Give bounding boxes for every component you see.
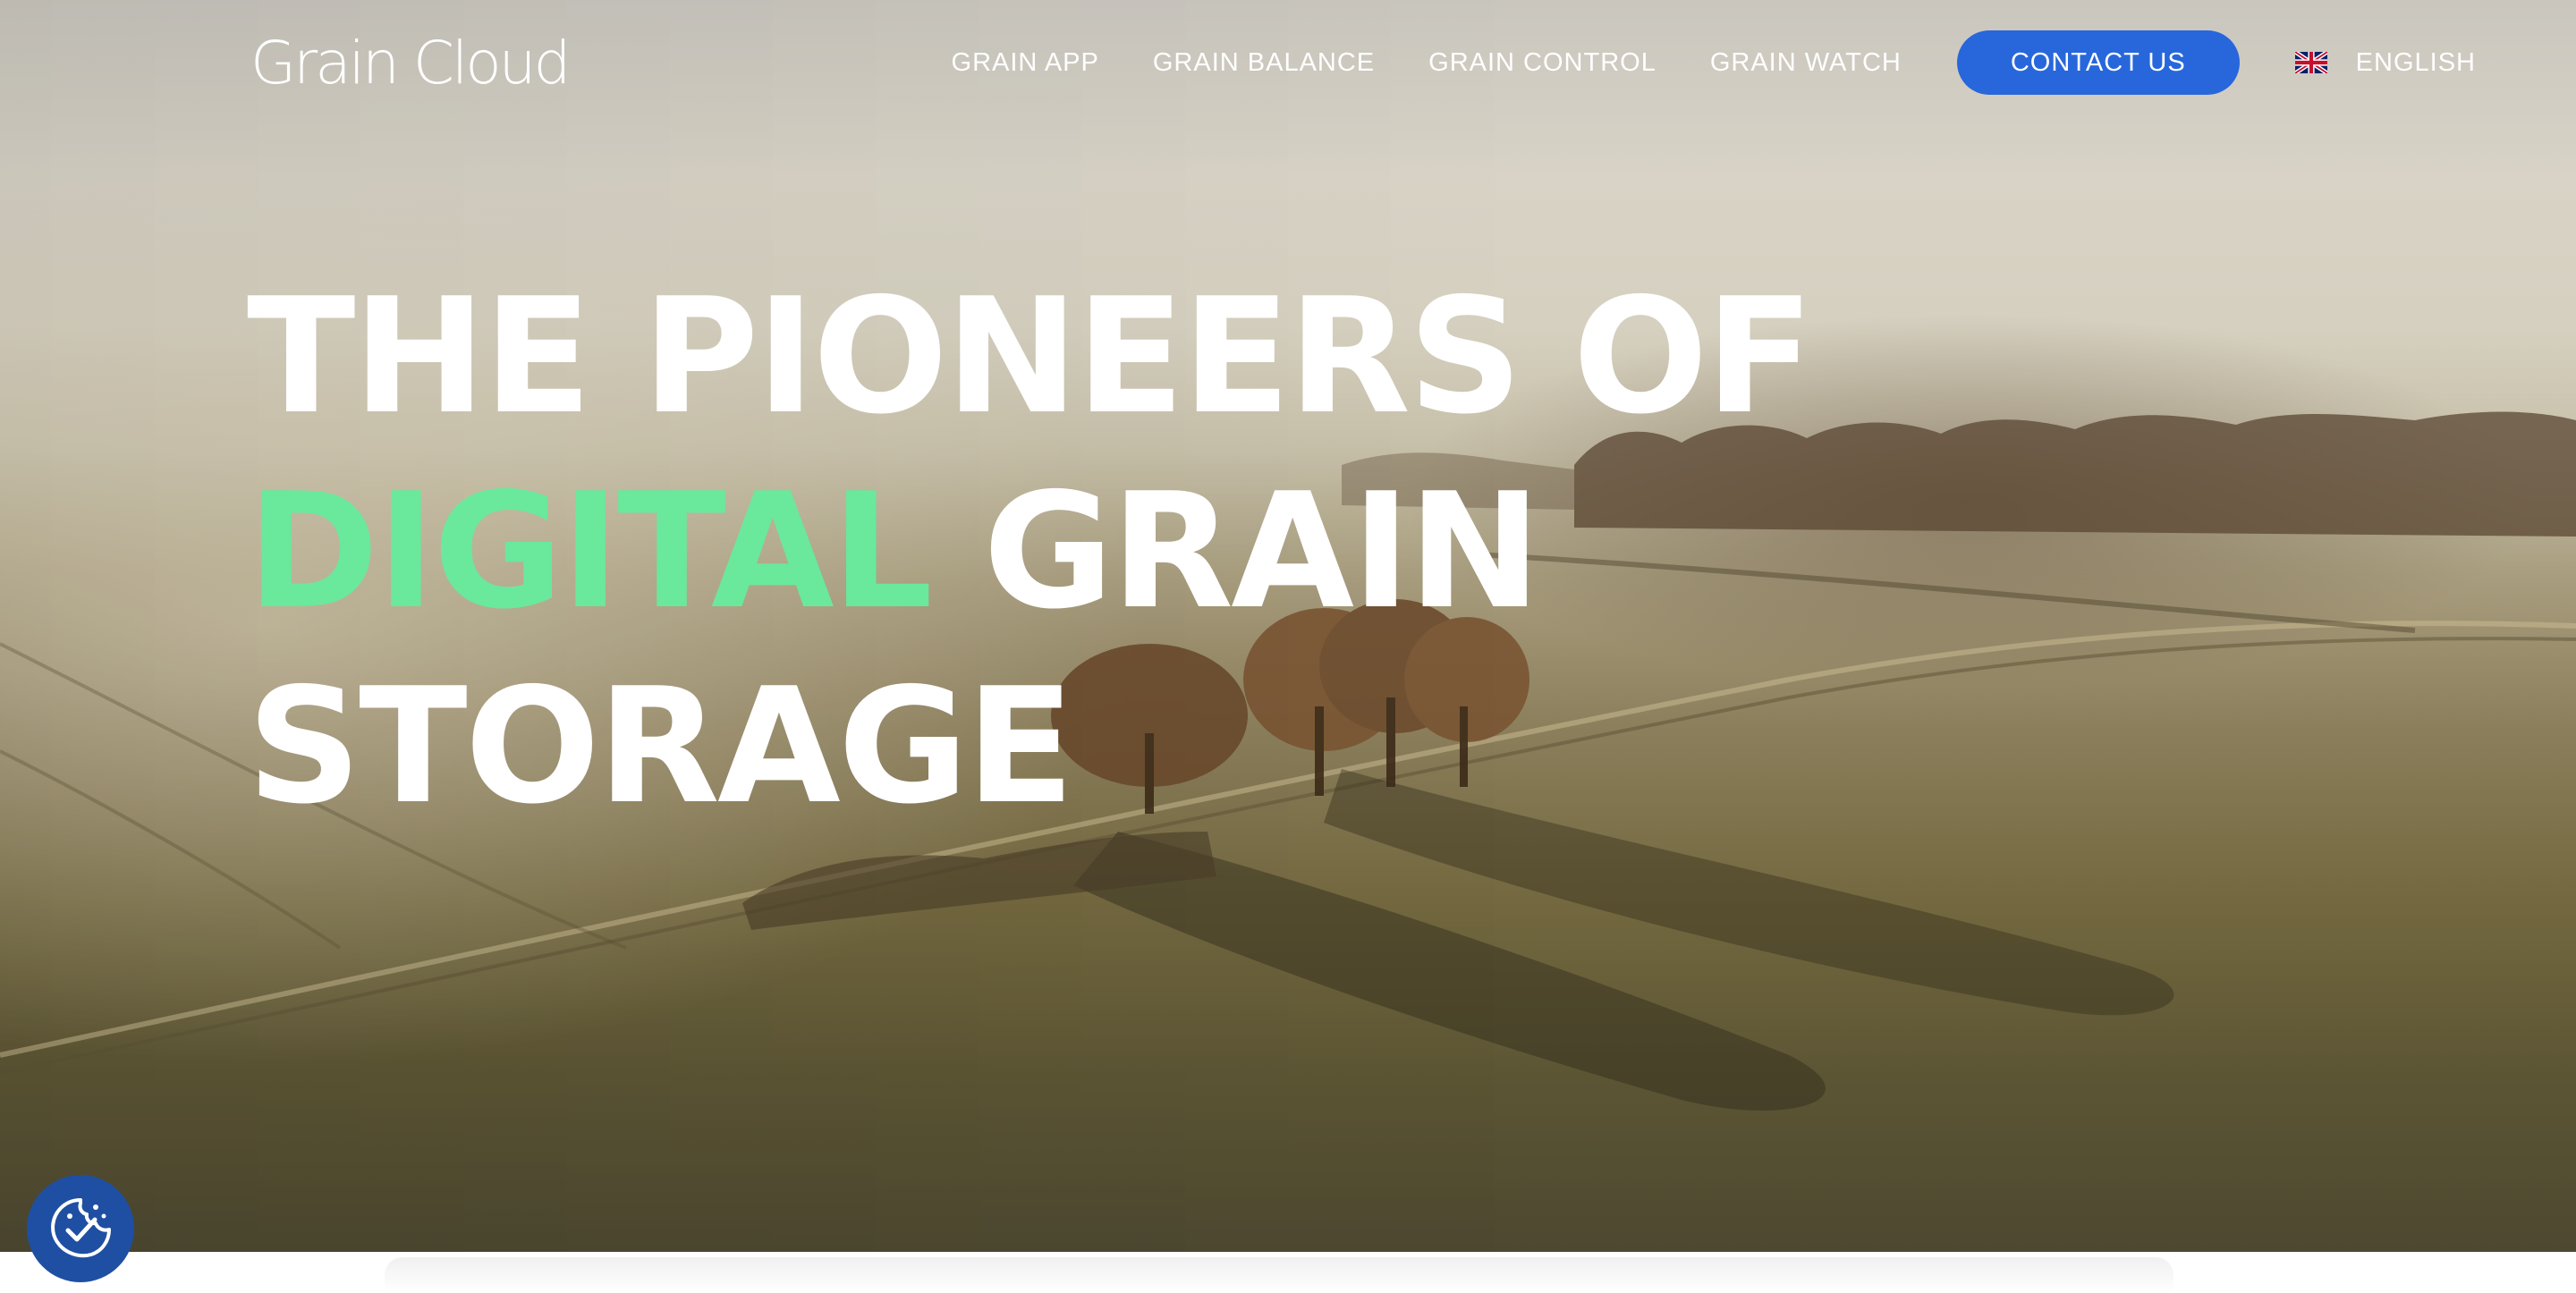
nav-link-grain-control[interactable]: GRAIN CONTROL [1428, 48, 1657, 78]
headline-line-2-rest: GRAIN [930, 459, 1541, 644]
content-card-edge [385, 1257, 2174, 1293]
cookie-consent-icon [51, 1198, 111, 1258]
headline-line-2: DIGITAL GRAIN [247, 454, 1811, 649]
hero-headline: THE PIONEERS OF DIGITAL GRAIN STORAGE [247, 259, 1814, 844]
nav-link-grain-balance[interactable]: GRAIN BALANCE [1153, 48, 1375, 78]
grain-cloud-logo[interactable]: Grain Cloud [250, 27, 571, 98]
top-navigation: Grain Cloud GRAIN APP GRAIN BALANCE GRAI… [0, 0, 2576, 125]
below-fold-strip [0, 1252, 2576, 1293]
main-menu: GRAIN APP GRAIN BALANCE GRAIN CONTROL GR… [952, 30, 2576, 95]
headline-line-3: STORAGE [247, 654, 1074, 839]
uk-flag-icon [2294, 52, 2327, 73]
language-selector[interactable]: ENGLISH [2294, 47, 2476, 78]
contact-us-button[interactable]: CONTACT US [1956, 30, 2240, 95]
language-label: ENGLISH [2355, 47, 2476, 77]
cookie-settings-button[interactable] [27, 1175, 134, 1282]
nav-link-grain-watch[interactable]: GRAIN WATCH [1710, 48, 1902, 78]
headline-line-1: THE PIONEERS OF [247, 264, 1814, 449]
nav-link-grain-app[interactable]: GRAIN APP [952, 48, 1099, 78]
headline-accent-word: DIGITAL [247, 459, 933, 644]
